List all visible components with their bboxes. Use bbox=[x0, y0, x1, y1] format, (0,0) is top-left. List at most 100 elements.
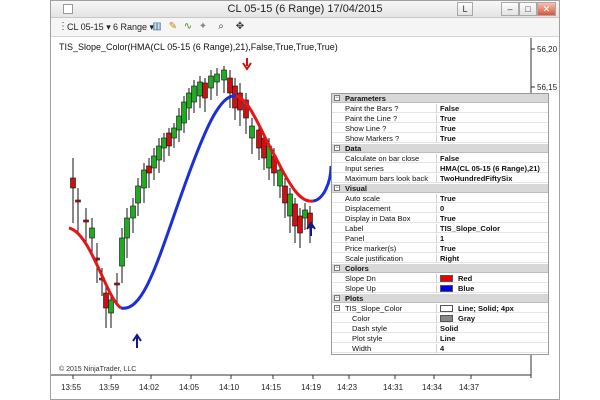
property-name: Slope Dn bbox=[345, 274, 376, 283]
property-value[interactable]: 1 bbox=[440, 234, 444, 243]
color-swatch[interactable] bbox=[440, 315, 453, 322]
indicator-properties-grid[interactable]: − Parameters Paint the Bars ? False Paint th… bbox=[331, 93, 549, 355]
color-swatch[interactable] bbox=[440, 285, 453, 292]
property-name: Panel bbox=[345, 234, 365, 243]
up-candle bbox=[89, 227, 95, 239]
price-label-1: 56,20 bbox=[537, 45, 558, 54]
zoom-icon[interactable]: ⌕ bbox=[215, 21, 227, 33]
up-candle bbox=[186, 92, 192, 109]
property-row[interactable]: Displacement 0 bbox=[332, 204, 548, 213]
property-row[interactable]: Label TIS_Slope_Color bbox=[332, 224, 548, 233]
collapse-toggle-icon[interactable]: − bbox=[334, 265, 340, 271]
property-name: Show Markers ? bbox=[345, 134, 400, 143]
property-row[interactable]: Plot style Line bbox=[332, 334, 548, 343]
indicator-icon[interactable]: ∿ bbox=[182, 21, 194, 33]
property-value[interactable]: True bbox=[440, 244, 456, 253]
property-value[interactable]: True bbox=[440, 194, 456, 203]
column-divider bbox=[436, 174, 437, 183]
property-value[interactable]: TIS_Slope_Color bbox=[440, 224, 500, 233]
crosshair-icon[interactable]: ✥ bbox=[234, 21, 246, 33]
property-row[interactable]: Input series HMA(CL 05-15 (6 Range),21) bbox=[332, 164, 548, 173]
close-button[interactable]: ✕ bbox=[537, 2, 556, 16]
property-value[interactable]: TwoHundredFiftySix bbox=[440, 174, 512, 183]
collapse-toggle-icon[interactable]: − bbox=[334, 145, 340, 151]
column-divider bbox=[436, 104, 437, 113]
strategy-icon[interactable]: ✦ bbox=[197, 21, 209, 33]
property-value[interactable]: Line; Solid; 4px bbox=[458, 304, 514, 313]
property-value[interactable]: HMA(CL 05-15 (6 Range),21) bbox=[440, 164, 540, 173]
property-name: Slope Up bbox=[345, 284, 376, 293]
property-row[interactable]: Maximum bars look back TwoHundredFiftySix bbox=[332, 174, 548, 183]
property-category[interactable]: − Plots bbox=[332, 294, 548, 303]
down-candle bbox=[166, 132, 172, 147]
property-value[interactable]: True bbox=[440, 124, 456, 133]
property-row[interactable]: Show Line ? True bbox=[332, 124, 548, 133]
property-row[interactable]: Display in Data Box True bbox=[332, 214, 548, 223]
property-name: Width bbox=[352, 344, 372, 353]
bar-type-icon[interactable]: ▥ bbox=[151, 21, 163, 33]
maximize-button[interactable]: □ bbox=[519, 2, 537, 16]
window-title: CL 05-15 (6 Range) 17/04/2015 bbox=[227, 3, 383, 15]
property-value[interactable]: Blue bbox=[458, 284, 474, 293]
property-value[interactable]: 4 bbox=[440, 344, 444, 353]
property-name: Input series bbox=[345, 164, 384, 173]
property-category[interactable]: − Visual bbox=[332, 184, 548, 193]
property-row[interactable]: Width 4 bbox=[332, 344, 548, 353]
property-value[interactable]: True bbox=[440, 114, 456, 123]
time-axis-labels: 13:55 13:59 14:02 14:05 14:10 14:15 14:19 14:23… bbox=[61, 375, 480, 392]
property-value[interactable]: Red bbox=[458, 274, 472, 283]
property-row[interactable]: − TIS_Slope_Color Line; Solid; 4px bbox=[332, 304, 548, 313]
property-row[interactable]: Panel 1 bbox=[332, 234, 548, 243]
time-label: 14:15 bbox=[261, 383, 282, 392]
up-candle bbox=[141, 169, 147, 189]
plot-style-icon bbox=[440, 305, 453, 312]
property-row[interactable]: Slope Up Blue bbox=[332, 284, 548, 293]
property-name: Visual bbox=[345, 184, 367, 193]
property-row[interactable]: Dash style Solid bbox=[332, 324, 548, 333]
down-candle bbox=[75, 199, 81, 203]
column-divider bbox=[436, 344, 437, 353]
draw-tool-icon[interactable]: ✎ bbox=[167, 21, 179, 33]
interval-selector[interactable]: 6 Range ▾ bbox=[113, 21, 154, 34]
property-category[interactable]: − Colors bbox=[332, 264, 548, 273]
property-value[interactable]: Line bbox=[440, 334, 455, 343]
column-divider bbox=[436, 314, 437, 323]
minimize-button[interactable]: – bbox=[501, 2, 519, 16]
down-candle bbox=[202, 82, 208, 99]
collapse-toggle-icon[interactable]: − bbox=[334, 185, 340, 191]
collapse-toggle-icon[interactable]: − bbox=[334, 295, 340, 301]
up-candle bbox=[221, 69, 227, 81]
property-value[interactable]: Solid bbox=[440, 324, 458, 333]
property-value[interactable]: 0 bbox=[440, 204, 444, 213]
property-category[interactable]: − Data bbox=[332, 144, 548, 153]
property-value[interactable]: False bbox=[440, 154, 459, 163]
layout-button[interactable]: L bbox=[457, 2, 473, 16]
property-row[interactable]: Scale justification Right bbox=[332, 254, 548, 263]
property-name: Calculate on bar close bbox=[345, 154, 420, 163]
color-swatch[interactable] bbox=[440, 275, 453, 282]
property-value[interactable]: True bbox=[440, 134, 456, 143]
property-name: Auto scale bbox=[345, 194, 381, 203]
property-row[interactable]: Paint the Bars ? False bbox=[332, 104, 548, 113]
column-divider bbox=[436, 334, 437, 343]
property-row[interactable]: Auto scale True bbox=[332, 194, 548, 203]
collapse-toggle-icon[interactable]: − bbox=[334, 305, 340, 311]
property-value[interactable]: Right bbox=[440, 254, 459, 263]
property-row[interactable]: Paint the Line ? True bbox=[332, 114, 548, 123]
instrument-selector[interactable]: CL 05-15 ▾ bbox=[67, 21, 111, 34]
collapse-toggle-icon[interactable]: − bbox=[334, 95, 340, 101]
column-divider bbox=[436, 284, 437, 293]
property-row[interactable]: Color Gray bbox=[332, 314, 548, 323]
property-value[interactable]: Gray bbox=[458, 314, 475, 323]
property-row[interactable]: Slope Dn Red bbox=[332, 274, 548, 283]
column-divider bbox=[436, 134, 437, 143]
property-row[interactable]: Calculate on bar close False bbox=[332, 154, 548, 163]
column-divider bbox=[436, 244, 437, 253]
property-value[interactable]: False bbox=[440, 104, 459, 113]
time-label: 14:10 bbox=[219, 383, 240, 392]
down-candle bbox=[146, 165, 152, 174]
property-category[interactable]: − Parameters bbox=[332, 94, 548, 103]
property-row[interactable]: Show Markers ? True bbox=[332, 134, 548, 143]
property-value[interactable]: True bbox=[440, 214, 456, 223]
property-row[interactable]: Price marker(s) True bbox=[332, 244, 548, 253]
